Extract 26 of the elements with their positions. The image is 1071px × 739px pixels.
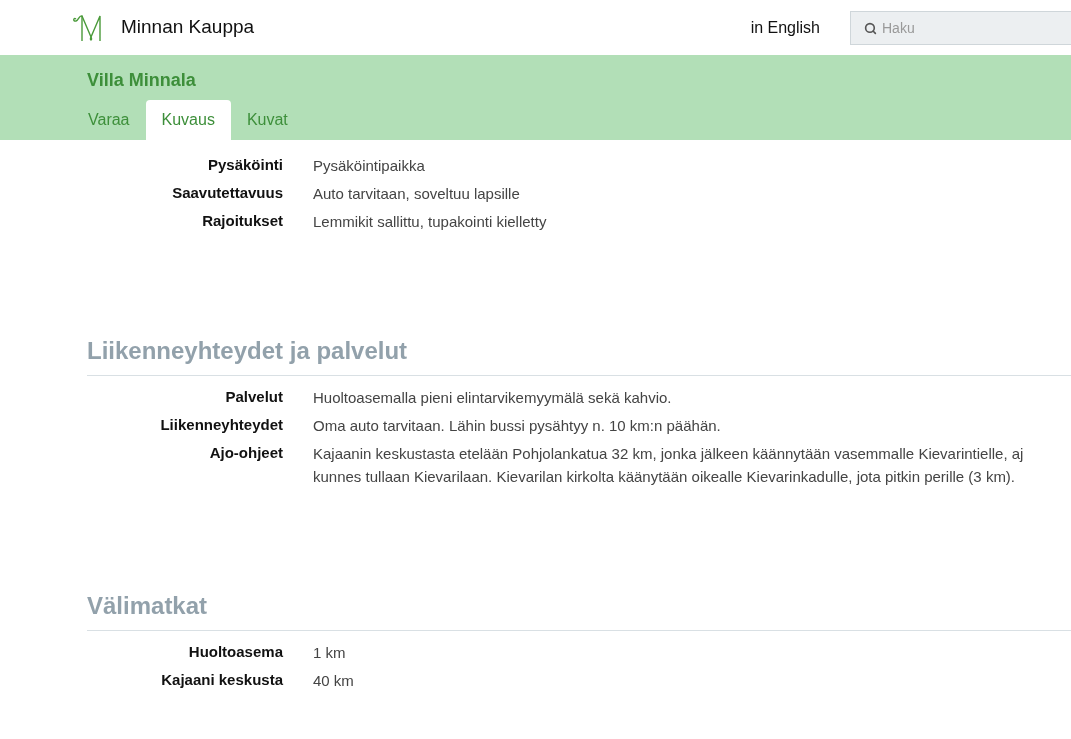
field-label: Liikenneyhteydet — [160, 416, 283, 433]
field-value: Huoltoasemalla pieni elintarvikemyymälä sekä kahvio. — [313, 388, 672, 408]
property-title: Villa Minnala — [87, 69, 197, 92]
field-label: Huoltoasema — [188, 643, 283, 660]
field-value: Oma auto tarvitaan. Lähin bussi pysähtyy n. 10 km:n päähän. — [313, 416, 721, 436]
tab[interactable]: Kuvat — [230, 100, 304, 140]
field-value: Kajaanin keskustasta etelään Pohjolankatua 32 km, jonka jälkeen käännytään vasemmalle Kievarintielle, aj kunnes tullaan Kievarilaan. Kievarilan kirkolta käänytään oikealle Kievarinkadulle, jota pitkin perille (3 km). — [313, 444, 1024, 487]
field-value: Lemmikit sallittu, tupakointi kielletty — [313, 212, 547, 232]
section-heading: Liikenneyhteydet ja palvelut — [87, 333, 1071, 376]
field-label: Saavutettavuus — [172, 184, 283, 201]
field-label: Kajaani keskusta — [161, 671, 283, 688]
tab[interactable]: Varaa — [72, 100, 146, 140]
field-value: Auto tarvitaan, soveltuu lapsille — [313, 184, 520, 204]
field-label: Pysäköinti — [207, 156, 283, 173]
brand-name[interactable]: Minnan Kauppa — [121, 13, 255, 42]
field-label: Ajo-ohjeet — [209, 444, 283, 461]
field-label: Palvelut — [225, 388, 283, 405]
field-value: 1 km — [313, 643, 346, 663]
field-value: 40 km — [313, 671, 354, 691]
language-link[interactable]: in English — [750, 15, 820, 40]
field-label: Rajoitukset — [202, 212, 283, 229]
tab[interactable]: Kuvaus — [145, 100, 231, 140]
section-heading: Välimatkat — [87, 588, 1071, 631]
search-field[interactable]: Haku — [850, 10, 1071, 45]
search-icon — [864, 21, 877, 35]
field-value: Pysäköintipaikka — [313, 156, 425, 176]
